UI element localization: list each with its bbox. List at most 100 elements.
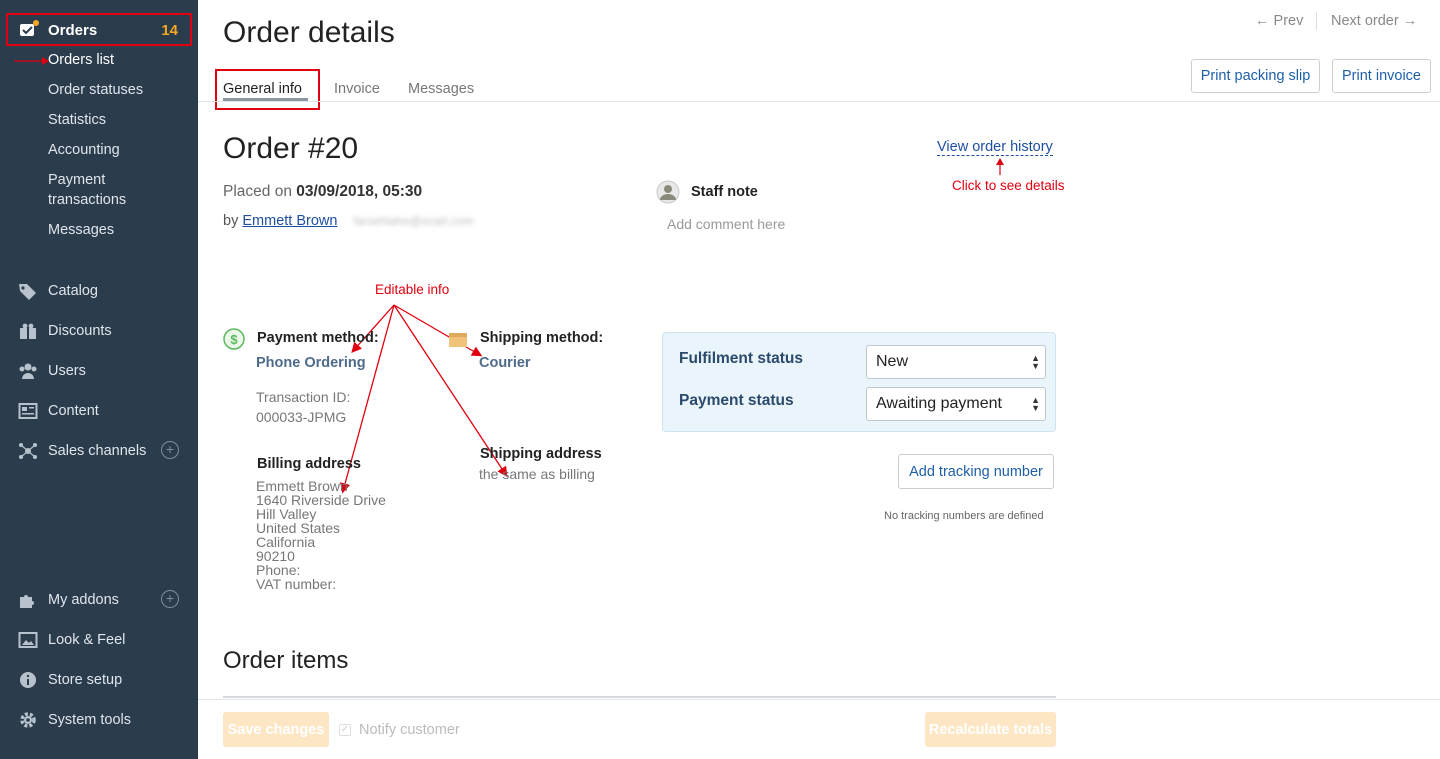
transaction-id-value: 000033-JPMG [256,409,347,425]
sidebar-item-my-addons[interactable]: My addons + [18,588,188,612]
order-by: by Emmett Brown farsehlahe@xcart.com [223,213,474,229]
page-title: Order details [223,16,395,49]
sidebar-sub-accounting[interactable]: Accounting [48,142,120,158]
payment-method-label: Payment method: [257,330,379,346]
sidebar-item-store-setup[interactable]: Store setup [18,668,188,692]
sidebar: Orders 14 Orders list Order statuses Sta… [0,0,198,759]
newspaper-icon [18,403,38,419]
add-tracking-number-button[interactable]: Add tracking number [898,454,1054,489]
fulfilment-status-value: New [876,353,909,370]
sidebar-label-store-setup: Store setup [48,672,123,688]
gift-icon [20,323,36,339]
fulfilment-status-label: Fulfilment status [679,350,804,367]
no-tracking-text: No tracking numbers are defined [884,510,1044,522]
shipping-method-label: Shipping method: [480,330,604,346]
sidebar-item-discounts[interactable]: Discounts [18,319,188,343]
select-arrows-icon: ▲ ▼ [1031,353,1040,371]
sidebar-sub-payment-transactions-2[interactable]: transactions [48,192,126,208]
sidebar-label-catalog: Catalog [48,283,98,299]
transaction-id-label: Transaction ID: [256,389,351,405]
sidebar-item-look-feel[interactable]: Look & Feel [18,628,188,652]
billing-line: United States [256,520,341,536]
sidebar-item-system-tools[interactable]: System tools [18,708,188,732]
billing-line: Emmett Brown [256,478,348,494]
payment-status-label: Payment status [679,392,794,409]
view-order-history-link[interactable]: View order history [937,139,1053,156]
billing-line: Phone: [256,562,301,578]
sidebar-sub-order-statuses[interactable]: Order statuses [48,82,143,98]
image-icon [18,632,38,648]
sidebar-label-content: Content [48,403,99,419]
sidebar-label-discounts: Discounts [48,323,112,339]
billing-address[interactable]: Emmett Brown 1640 Riverside Drive Hill V… [256,479,386,591]
add-sales-channel-icon[interactable]: + [161,441,179,459]
arrow-annotation [14,57,49,65]
sidebar-sub-statistics[interactable]: Statistics [48,112,106,128]
header-divider [198,101,1440,102]
notify-customer-checkbox[interactable]: ✓ [339,724,351,736]
tab-invoice[interactable]: Invoice [334,81,380,97]
sidebar-item-sales-channels[interactable]: Sales channels + [18,439,188,463]
order-title: Order #20 [223,132,359,165]
tag-icon [19,284,36,300]
orders-icon [20,20,39,36]
sidebar-orders-label: Orders [48,22,98,39]
fulfilment-status-select[interactable]: New ▲ ▼ [866,345,1046,379]
prev-order-link[interactable]: ← Prev [1255,13,1303,29]
sidebar-label-look-feel: Look & Feel [48,632,126,648]
customer-email: farsehlahe@xcart.com [353,214,474,228]
sidebar-item-catalog[interactable]: Catalog [18,279,188,303]
box-icon [449,333,467,347]
billing-address-label: Billing address [257,456,361,472]
next-order-link[interactable]: Next order → [1331,13,1417,29]
sidebar-label-users: Users [48,363,86,379]
shipping-address-value[interactable]: the same as billing [479,466,595,482]
sidebar-label-my-addons: My addons [48,592,119,608]
sidebar-label-system-tools: System tools [48,712,131,728]
billing-line: California [256,534,316,550]
sidebar-sub-payment-transactions[interactable]: Payment [48,172,105,188]
arrow-annotation [996,158,1004,175]
tab-general-info[interactable]: General info [223,81,302,97]
select-arrows-icon: ▲ ▼ [1031,395,1040,413]
billing-line: 90210 [256,548,295,564]
sidebar-item-orders[interactable]: Orders 14 [6,13,192,46]
info-icon [20,672,36,688]
notify-customer-label: Notify customer [359,722,460,738]
main-content: Order details ← Prev Next order → Genera… [198,0,1440,759]
billing-line: VAT number: [256,576,337,592]
sidebar-sub-messages[interactable]: Messages [48,222,114,238]
payment-method-value[interactable]: Phone Ordering [256,355,366,371]
billing-line: 1640 Riverside Drive [256,492,386,508]
users-icon [19,363,37,379]
sidebar-sub-orders-list[interactable]: Orders list [48,52,114,68]
sidebar-item-users[interactable]: Users [18,359,188,383]
order-items-title: Order items [223,647,349,674]
staff-note-label: Staff note [691,184,758,200]
customer-link[interactable]: Emmett Brown [242,213,337,229]
sidebar-label-sales-channels: Sales channels [48,443,147,459]
placed-on: Placed on 03/09/2018, 05:30 [223,183,422,201]
placed-on-prefix: Placed on [223,183,292,200]
recalculate-totals-button[interactable]: Recalculate totals [925,712,1056,747]
add-addon-icon[interactable]: + [161,590,179,608]
orders-count-badge: 14 [161,22,178,39]
svg-text:$: $ [230,332,238,347]
placed-date: 03/09/2018, 05:30 [296,183,423,200]
dollar-icon: $ [223,328,245,350]
gear-icon [20,712,36,728]
shipping-address-label: Shipping address [480,446,602,462]
payment-status-value: Awaiting payment [876,395,1002,412]
payment-status-select[interactable]: Awaiting payment ▲ ▼ [866,387,1046,421]
print-invoice-button[interactable]: Print invoice [1332,59,1431,93]
sidebar-item-content[interactable]: Content [18,399,188,423]
save-changes-button[interactable]: Save changes [223,712,329,747]
pager-divider [1316,12,1317,30]
shipping-method-value[interactable]: Courier [479,355,531,371]
tab-messages[interactable]: Messages [408,81,474,97]
annotation-click-details: Click to see details [952,178,1065,193]
avatar [656,180,680,204]
staff-note-input[interactable]: Add comment here [667,216,785,232]
network-icon [19,443,37,459]
print-packing-slip-button[interactable]: Print packing slip [1191,59,1320,93]
